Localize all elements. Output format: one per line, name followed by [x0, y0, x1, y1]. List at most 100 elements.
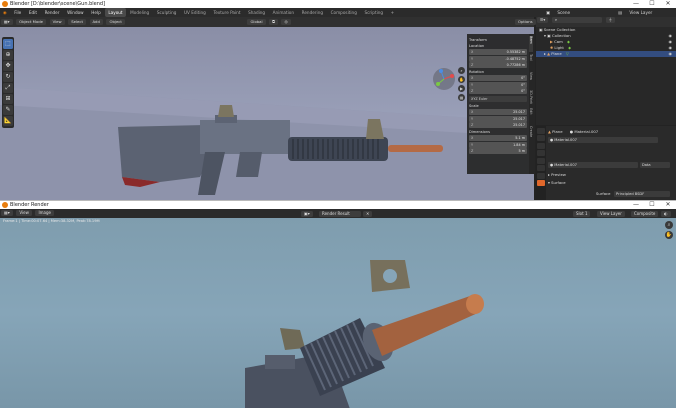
rotation-x-field[interactable]: X 0°: [469, 75, 527, 81]
move-tool-icon[interactable]: ✥: [3, 61, 13, 71]
material-datablock-field[interactable]: ● Material.007: [548, 162, 638, 168]
workspace-tab-shading[interactable]: Shading: [245, 8, 268, 17]
sidebar-tab-edit[interactable]: Edit: [529, 108, 533, 124]
editor-type-button[interactable]: ▦▾: [1, 18, 13, 25]
visibility-eye-icon[interactable]: ◉: [669, 51, 673, 57]
transform-orientation-selector[interactable]: Global: [247, 18, 266, 25]
location-x-field[interactable]: X 0.55382 m: [469, 49, 527, 55]
menu-help[interactable]: Help: [88, 8, 104, 17]
viewport-menu-add[interactable]: Add: [89, 18, 103, 25]
material-properties-tab-icon[interactable]: [537, 180, 545, 186]
options-menu[interactable]: Options: [515, 19, 536, 25]
workspace-tab-rendering[interactable]: Rendering: [299, 8, 326, 17]
dimensions-y-field[interactable]: Y 1.84 m: [469, 141, 527, 148]
world-properties-tab-icon[interactable]: [537, 165, 545, 171]
camera-view-icon[interactable]: ▶: [458, 85, 465, 92]
sidebar-tab-create[interactable]: Create: [529, 126, 533, 142]
render-slot-selector[interactable]: Slot 1: [573, 210, 591, 217]
expand-arrow-icon[interactable]: ▾: [544, 33, 546, 38]
snap-icon[interactable]: ⧉: [269, 18, 278, 25]
filter-icon[interactable]: ⏚: [605, 17, 616, 23]
outliner-item-plane[interactable]: ▸ ▲ Plane ▽ ◉: [536, 51, 676, 57]
rotate-tool-icon[interactable]: ↻: [3, 72, 13, 82]
object-properties-tab-icon[interactable]: [537, 172, 545, 179]
render-view-layer-selector[interactable]: View Layer: [597, 210, 625, 217]
viewport-menu-select[interactable]: Select: [68, 18, 86, 25]
workspace-tab-sculpting[interactable]: Sculpting: [154, 8, 180, 17]
workspace-tab-uv-editing[interactable]: UV Editing: [181, 8, 209, 17]
location-z-field[interactable]: Z 0.77286 m: [469, 62, 527, 68]
add-workspace-button[interactable]: +: [388, 8, 398, 17]
viewport-menu-object[interactable]: Object: [106, 18, 125, 25]
render-properties-tab-icon[interactable]: [537, 135, 545, 141]
minimize-button[interactable]: —: [628, 201, 644, 209]
close-button[interactable]: ✕: [660, 201, 676, 209]
maximize-button[interactable]: ☐: [644, 0, 660, 8]
sidebar-tab-3d-print[interactable]: 3D-Print: [529, 90, 533, 106]
transform-section-title[interactable]: Transform: [469, 38, 527, 42]
scale-x-field[interactable]: X 25.017: [469, 109, 527, 115]
rotation-y-field[interactable]: Y 0°: [469, 81, 527, 88]
display-channels-icon[interactable]: ◐: [661, 210, 671, 217]
workspace-tab-layout[interactable]: Layout: [105, 8, 126, 17]
pan-view-icon[interactable]: ✋: [458, 76, 465, 83]
scale-z-field[interactable]: Z 25.017: [469, 122, 527, 128]
workspace-tab-scripting[interactable]: Scripting: [361, 8, 386, 17]
material-slot-list[interactable]: ● Material.007: [548, 137, 658, 143]
pin-image-icon[interactable]: ✕: [363, 210, 373, 217]
rotation-z-field[interactable]: Z 0°: [469, 88, 527, 94]
expand-arrow-icon[interactable]: ▸: [544, 51, 546, 56]
image-editor-type-icon[interactable]: ▦▾: [1, 209, 13, 216]
transform-tool-icon[interactable]: ⊞: [3, 94, 13, 104]
outliner-editor-type-icon[interactable]: ☰▾: [537, 17, 549, 23]
tool-properties-tab-icon[interactable]: [537, 127, 545, 134]
workspace-tab-compositing[interactable]: Compositing: [328, 8, 360, 17]
blender-menu-icon[interactable]: ◉: [0, 8, 10, 17]
perspective-toggle-icon[interactable]: ▦: [458, 94, 465, 101]
render-pass-selector[interactable]: Composite: [631, 210, 659, 217]
rotation-mode-selector[interactable]: XYZ Euler: [469, 96, 527, 102]
zoom-view-icon[interactable]: ⌕: [665, 221, 673, 229]
menu-render[interactable]: Render: [42, 8, 63, 17]
workspace-tab-modeling[interactable]: Modeling: [127, 8, 152, 17]
menu-window[interactable]: Window: [64, 8, 87, 17]
select-box-tool-icon[interactable]: ⬚: [3, 39, 13, 49]
annotate-tool-icon[interactable]: ✎: [3, 105, 13, 115]
menu-edit[interactable]: Edit: [26, 8, 40, 17]
location-y-field[interactable]: Y -0.48752 m: [469, 55, 527, 62]
maximize-button[interactable]: ☐: [644, 201, 660, 209]
image-browse-icon[interactable]: ▣▾: [301, 210, 313, 217]
scene-properties-tab-icon[interactable]: [537, 157, 545, 164]
navigation-gizmo-icon[interactable]: [432, 67, 456, 91]
proportional-edit-icon[interactable]: ◎: [281, 18, 291, 25]
workspace-tab-texture-paint[interactable]: Texture Paint: [210, 8, 243, 17]
pan-view-icon[interactable]: ✋: [665, 231, 673, 239]
mode-selector[interactable]: Object Mode: [16, 18, 47, 25]
view-layer-selector[interactable]: ▤ View Layer: [612, 8, 658, 17]
link-data-selector[interactable]: Data: [640, 162, 670, 168]
scene-selector[interactable]: ▣ Scene: [540, 8, 576, 17]
image-menu-view[interactable]: View: [16, 209, 32, 216]
sidebar-tab-tool[interactable]: Tool: [529, 54, 533, 70]
measure-tool-icon[interactable]: 📐: [3, 116, 13, 126]
image-menu-image[interactable]: Image: [35, 209, 55, 216]
scale-tool-icon[interactable]: ⤢: [3, 83, 13, 93]
3d-viewport[interactable]: ⬚ ⊕ ✥ ↻ ⤢ ⊞ ✎ 📐 ⌕ ✋ ▶ ▦: [0, 27, 534, 201]
surface-shader-selector[interactable]: Principled BSDF: [614, 191, 670, 197]
surface-panel-header[interactable]: ▾ Surface: [548, 179, 566, 186]
view-layer-properties-tab-icon[interactable]: [537, 150, 545, 156]
output-properties-tab-icon[interactable]: [537, 142, 545, 149]
menu-file[interactable]: File: [11, 8, 24, 17]
viewport-menu-view[interactable]: View: [49, 18, 65, 25]
close-button[interactable]: ✕: [660, 0, 676, 8]
sidebar-tab-item[interactable]: Item: [529, 36, 533, 52]
scale-y-field[interactable]: Y 25.017: [469, 115, 527, 122]
dimensions-z-field[interactable]: Z5 m: [469, 148, 527, 154]
outliner-search-input[interactable]: ⌕: [551, 17, 602, 23]
workspace-tab-animation[interactable]: Animation: [270, 8, 297, 17]
sidebar-tab-view[interactable]: View: [529, 72, 533, 88]
render-result-field[interactable]: Render Result: [319, 210, 361, 217]
minimize-button[interactable]: —: [628, 0, 644, 8]
cursor-tool-icon[interactable]: ⊕: [3, 50, 13, 60]
zoom-view-icon[interactable]: ⌕: [458, 67, 465, 74]
